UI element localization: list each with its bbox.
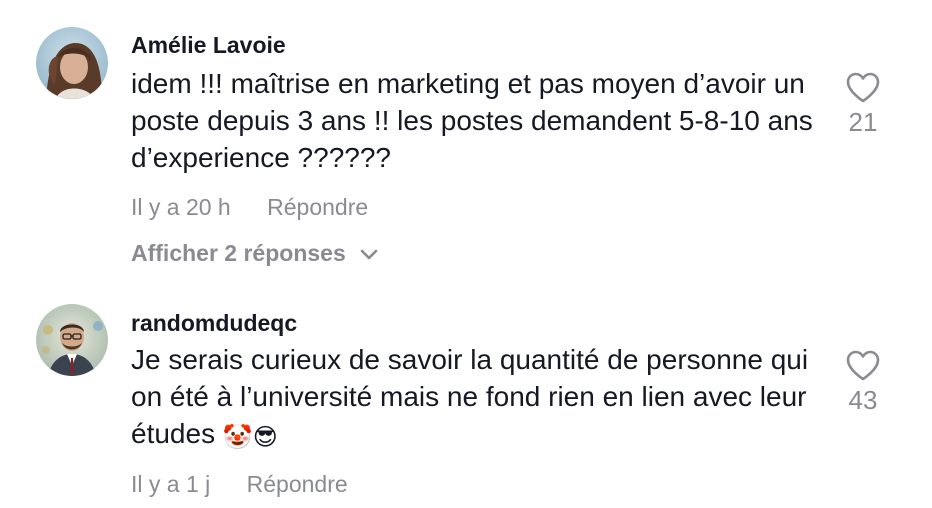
heart-icon[interactable] [846,72,880,103]
comment-timestamp: Il y a 20 h [131,194,231,220]
comment-item: Amélie Lavoie idem !!! maîtrise en marke… [0,0,932,280]
avatar[interactable] [36,304,108,376]
comment-emojis: 🤡😎 [222,424,278,451]
comment-username[interactable]: Amélie Lavoie [131,32,286,59]
reply-button[interactable]: Répondre [267,194,368,220]
comment-meta: Il y a 20 h Répondre [131,194,368,221]
comment-username[interactable]: randomdudeqc [131,310,297,337]
heart-icon[interactable] [846,350,880,381]
chevron-down-icon [360,249,378,260]
like-count: 21 [848,107,878,137]
comment-meta: Il y a 1 j Répondre [131,471,348,498]
like-control: 43 [830,350,896,416]
avatar[interactable] [36,27,108,99]
comment-timestamp: Il y a 1 j [131,471,211,497]
show-replies-label: Afficher 2 réponses [131,240,346,266]
like-count: 43 [848,385,878,415]
comment-text: idem !!! maîtrise en marketing et pas mo… [131,68,813,173]
comment-text: Je serais curieux de savoir la quantité … [131,341,821,456]
like-control: 21 [830,72,896,138]
show-replies-button[interactable]: Afficher 2 réponses [131,240,378,267]
reply-button[interactable]: Répondre [247,471,348,497]
comment-item: randomdudeqc Je serais curieux de savoir… [0,280,932,508]
